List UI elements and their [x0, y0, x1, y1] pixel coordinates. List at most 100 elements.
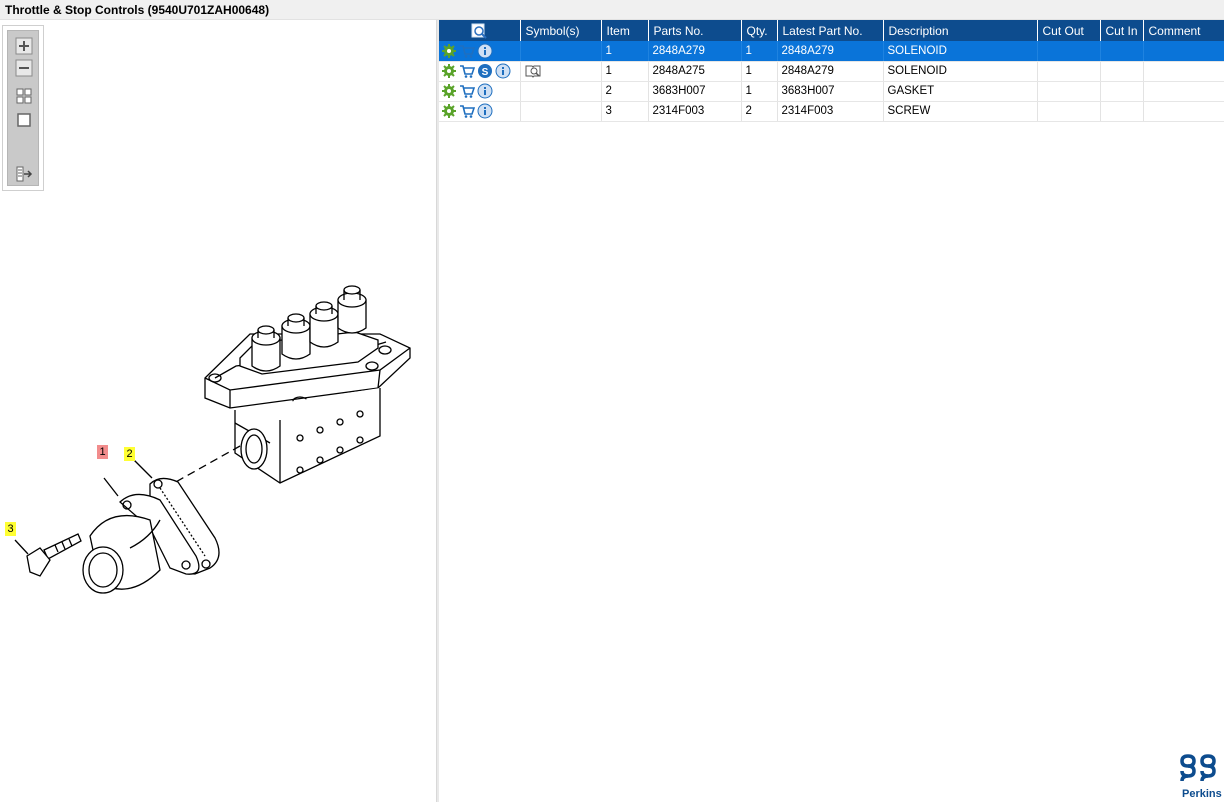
cut-out-cell — [1037, 81, 1101, 102]
zoom-in-button[interactable] — [15, 37, 33, 55]
parts-no-cell: 2314F003 — [648, 101, 742, 122]
description-cell: SCREW — [883, 101, 1038, 122]
cut-in-cell — [1100, 81, 1144, 102]
cut-in-cell — [1100, 41, 1144, 62]
callout-item-2[interactable]: 2 — [124, 447, 135, 461]
item-cell: 3 — [601, 101, 649, 122]
gear-icon[interactable] — [441, 83, 457, 99]
fit-all-button[interactable] — [15, 87, 33, 105]
qty-cell: 1 — [741, 41, 778, 62]
page-title: Throttle & Stop Controls (9540U701ZAH006… — [5, 3, 270, 17]
row-actions-cell: S — [439, 61, 521, 82]
fit-window-button[interactable] — [15, 111, 33, 129]
comment-cell — [1143, 101, 1224, 122]
latest-part-no-cell: 2848A279 — [777, 61, 884, 82]
parts-list-pane: Symbol(s) Item Parts No. Qty. Latest Par… — [439, 20, 1224, 802]
view-toolbox — [2, 25, 44, 191]
qty-cell: 1 — [741, 81, 778, 102]
table-row[interactable]: S 1 2848A275 1 2848A279 SOLENOID — [439, 61, 1224, 82]
cut-in-cell — [1100, 101, 1144, 122]
leader-line-3 — [14, 539, 29, 555]
injection-pump-illustration — [204, 285, 411, 484]
cut-out-cell — [1037, 41, 1101, 62]
table-header-row: Symbol(s) Item Parts No. Qty. Latest Par… — [439, 20, 1224, 41]
info-icon[interactable] — [477, 43, 493, 59]
table-row[interactable]: 1 2848A279 1 2848A279 SOLENOID — [439, 41, 1224, 62]
column-header-parts-no[interactable]: Parts No. — [648, 20, 742, 41]
column-header-actions[interactable] — [439, 20, 521, 41]
parts-no-cell: 3683H007 — [648, 81, 742, 102]
column-header-cut-in[interactable]: Cut In — [1100, 20, 1144, 41]
superseded-icon[interactable]: S — [477, 63, 493, 79]
cut-out-cell — [1037, 61, 1101, 82]
info-icon[interactable] — [477, 83, 493, 99]
perkins-logo: Perkins — [1180, 752, 1224, 802]
cart-icon[interactable] — [459, 63, 475, 79]
latest-part-no-cell: 2314F003 — [777, 101, 884, 122]
cart-icon[interactable] — [459, 103, 475, 119]
description-cell: GASKET — [883, 81, 1038, 102]
column-header-comment[interactable]: Comment — [1143, 20, 1224, 41]
column-header-qty[interactable]: Qty. — [741, 20, 778, 41]
row-actions-cell — [439, 101, 521, 122]
leader-line-2 — [133, 459, 153, 479]
gear-icon[interactable] — [441, 103, 457, 119]
book-icon[interactable] — [525, 63, 541, 79]
parts-no-cell: 2848A275 — [648, 61, 742, 82]
exploded-view-drawing — [14, 285, 411, 594]
screw-illustration — [26, 533, 82, 577]
find-icon — [471, 23, 487, 39]
column-header-item[interactable]: Item — [601, 20, 649, 41]
row-actions-cell — [439, 81, 521, 102]
fit-all-icon — [16, 88, 32, 104]
info-icon[interactable] — [495, 63, 511, 79]
comment-cell — [1143, 41, 1224, 62]
item-cell: 1 — [601, 61, 649, 82]
callout-item-1[interactable]: 1 — [97, 445, 108, 459]
table-row[interactable]: 2 3683H007 1 3683H007 GASKET — [439, 81, 1224, 102]
item-cell: 1 — [601, 41, 649, 62]
zoom-in-icon — [15, 37, 33, 55]
comment-cell — [1143, 81, 1224, 102]
parts-table-body: 1 2848A279 1 2848A279 SOLENOID S 1 2848A275 1 284… — [439, 41, 1224, 122]
description-cell: SOLENOID — [883, 41, 1038, 62]
item-cell: 2 — [601, 81, 649, 102]
fit-window-icon — [17, 113, 31, 127]
gear-icon[interactable] — [441, 63, 457, 79]
toolbox-panel — [7, 30, 39, 186]
export-icon — [16, 166, 33, 182]
cart-icon[interactable] — [459, 43, 475, 59]
cut-in-cell — [1100, 61, 1144, 82]
comment-cell — [1143, 61, 1224, 82]
table-row[interactable]: 3 2314F003 2 2314F003 SCREW — [439, 101, 1224, 122]
cut-out-cell — [1037, 101, 1101, 122]
info-icon[interactable] — [477, 103, 493, 119]
qty-cell: 2 — [741, 101, 778, 122]
qty-cell: 1 — [741, 61, 778, 82]
illustration-pane[interactable]: 1 2 3 — [0, 20, 436, 802]
parts-table: Symbol(s) Item Parts No. Qty. Latest Par… — [439, 20, 1224, 122]
symbols-cell — [520, 61, 602, 82]
latest-part-no-cell: 3683H007 — [777, 81, 884, 102]
title-bar: Throttle & Stop Controls (9540U701ZAH006… — [0, 0, 1224, 20]
leader-line-1 — [103, 477, 119, 497]
perkins-logo-mark — [1180, 754, 1216, 782]
column-header-symbols[interactable]: Symbol(s) — [520, 20, 602, 41]
perkins-logo-text: Perkins — [1182, 788, 1222, 800]
column-header-description[interactable]: Description — [883, 20, 1038, 41]
column-header-latest-part-no[interactable]: Latest Part No. — [777, 20, 884, 41]
svg-text:S: S — [482, 67, 489, 78]
export-button[interactable] — [15, 165, 33, 183]
callout-item-3[interactable]: 3 — [5, 522, 16, 536]
column-header-cut-out[interactable]: Cut Out — [1037, 20, 1101, 41]
zoom-out-button[interactable] — [15, 59, 33, 77]
zoom-out-icon — [15, 59, 33, 77]
row-actions-cell — [439, 41, 521, 62]
symbols-cell — [520, 81, 602, 102]
symbols-cell — [520, 101, 602, 122]
parts-no-cell: 2848A279 — [648, 41, 742, 62]
cart-icon[interactable] — [459, 83, 475, 99]
latest-part-no-cell: 2848A279 — [777, 41, 884, 62]
symbols-cell — [520, 41, 602, 62]
gear-icon[interactable] — [441, 43, 457, 59]
